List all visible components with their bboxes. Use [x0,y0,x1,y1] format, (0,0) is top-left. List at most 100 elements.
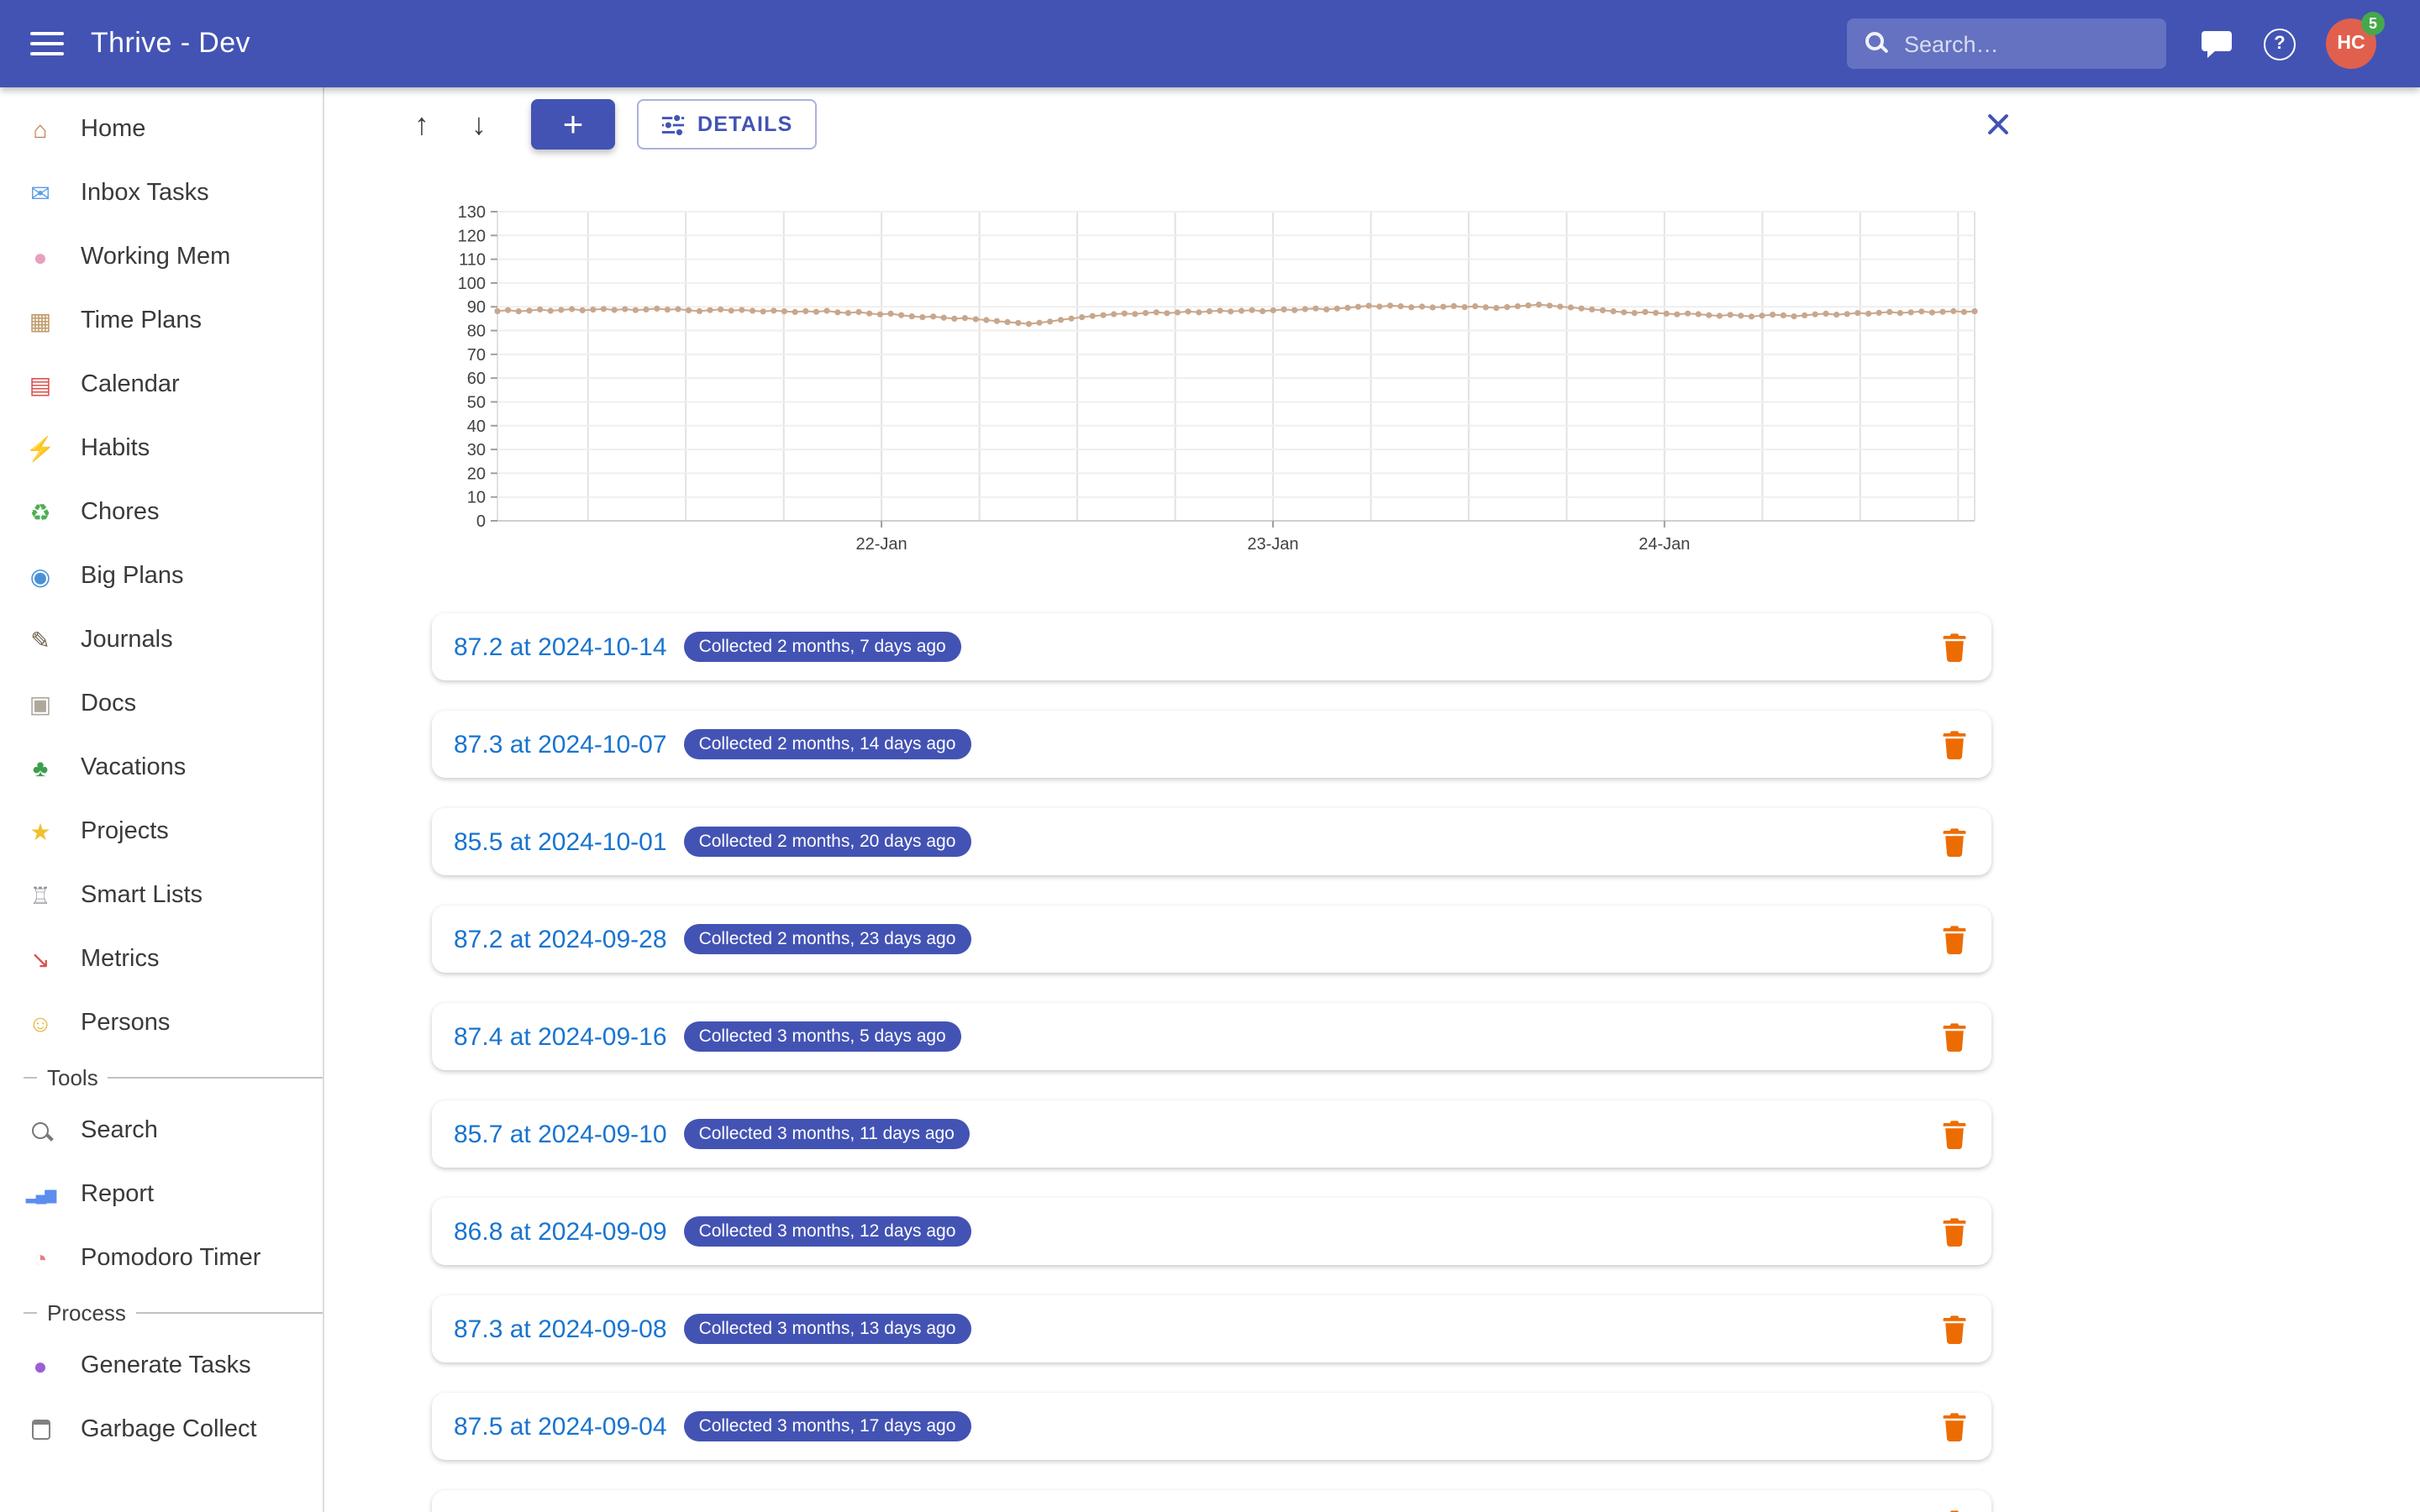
close-icon[interactable] [1983,109,2013,139]
delete-entry-button[interactable] [1941,827,1968,857]
metric-chart-container: 010203040506070809010011012013022-Jan23-… [420,198,2000,563]
calendar-icon: ▤ [20,373,60,396]
sidebar-section-header: Tools [0,1055,323,1099]
sidebar-item-label: Metrics [81,946,159,973]
entry-collected-badge: Collected 2 months, 23 days ago [684,924,971,954]
sidebar-item-home[interactable]: ⌂ Home [0,97,323,161]
entry-row: 87.4 at 2024-09-16 Collected 3 months, 5… [432,1003,1991,1070]
svg-text:50: 50 [467,393,486,412]
entry-value-link[interactable]: 87.4 at 2024-09-16 [454,1022,667,1051]
sidebar-item-label: Journals [81,627,173,654]
entry-value-link[interactable]: 86.8 at 2024-09-09 [454,1217,667,1246]
sidebar-item-label: Time Plans [81,307,202,334]
entry-collected-badge: Collected 3 months, 13 days ago [684,1314,971,1344]
details-label: DETAILS [697,113,793,136]
sidebar-item-time-plans[interactable]: ▦ Time Plans [0,289,323,353]
time-plans-icon: ▦ [20,309,60,333]
add-entry-button[interactable]: + [531,99,615,150]
entry-row: 87.3 at 2024-10-07 Collected 2 months, 1… [432,711,1991,778]
entry-collected-badge: Collected 3 months, 12 days ago [684,1216,971,1247]
svg-text:110: 110 [459,251,486,270]
sidebar-item-calendar[interactable]: ▤ Calendar [0,353,323,417]
entry-collected-badge: Collected 2 months, 14 days ago [684,729,971,759]
sidebar-nav: ⌂ Home ✉ Inbox Tasks ● Working Mem ▦ Tim… [0,97,323,1462]
header-search-box[interactable] [1847,18,2166,69]
entry-collected-badge: Collected 3 months, 5 days ago [684,1021,961,1052]
sidebar-item-generate-tasks[interactable]: ● Generate Tasks [0,1334,323,1398]
hamburger-menu-icon[interactable] [30,32,64,55]
sidebar-item-vacations[interactable]: ♣ Vacations [0,736,323,800]
sidebar-item-pomodoro-timer[interactable]: ◔ Pomodoro Timer [0,1226,323,1290]
arrow-up-icon: ↑ [414,107,429,142]
chat-icon[interactable] [2200,29,2233,59]
sidebar-item-label: Persons [81,1010,170,1037]
delete-entry-button[interactable] [1941,1509,1968,1512]
sidebar-item-inbox-tasks[interactable]: ✉ Inbox Tasks [0,161,323,225]
svg-text:30: 30 [467,441,486,459]
sidebar-item-habits[interactable]: ⚡ Habits [0,417,323,480]
details-button[interactable]: DETAILS [637,99,817,150]
trash-icon [1941,827,1968,857]
metrics-chart-icon: ↘ [20,948,60,971]
entry-value-link[interactable]: 87.2 at 2024-10-14 [454,633,667,661]
sidebar-item-label: Report [81,1181,154,1208]
help-glyph: ? [2274,34,2285,54]
pomodoro-timer-icon: ◔ [20,1247,60,1270]
trash-icon [1941,632,1968,662]
docs-icon: ▣ [20,692,60,716]
entry-value-link[interactable]: 87.5 at 2024-09-04 [454,1412,667,1441]
habits-icon: ⚡ [20,437,60,460]
delete-entry-button[interactable] [1941,1411,1968,1441]
sidebar-item-report[interactable]: ▂▄▆ Report [0,1163,323,1226]
tune-icon [660,112,686,137]
home-icon: ⌂ [20,118,60,141]
delete-entry-button[interactable] [1941,729,1968,759]
entry-collected-badge: Collected 2 months, 7 days ago [684,632,961,662]
svg-text:22-Jan: 22-Jan [856,535,908,554]
sidebar-item-smart-lists[interactable]: ♖ Smart Lists [0,864,323,927]
sidebar-item-search[interactable]: Search [0,1099,323,1163]
sidebar-item-metrics[interactable]: ↘ Metrics [0,927,323,991]
sidebar-item-docs[interactable]: ▣ Docs [0,672,323,736]
sidebar-item-working-mem[interactable]: ● Working Mem [0,225,323,289]
sidebar-item-journals[interactable]: ✎ Journals [0,608,323,672]
entry-value-link[interactable]: 87.3 at 2024-10-07 [454,730,667,759]
entry-value-link[interactable]: 87.2 at 2024-09-28 [454,925,667,953]
delete-entry-button[interactable] [1941,1314,1968,1344]
move-down-button[interactable]: ↓ [455,101,502,148]
search-input[interactable] [1847,18,2166,69]
entry-row: 87.5 at 2024-09-04 Collected 3 months, 1… [432,1393,1991,1460]
sidebar-item-garbage-collect[interactable]: Garbage Collect [0,1398,323,1462]
svg-text:10: 10 [467,489,486,507]
delete-entry-button[interactable] [1941,1216,1968,1247]
header-actions: ? HC 5 [1847,18,2376,69]
working-mem-brain-icon: ● [20,245,60,269]
sidebar-item-label: Garbage Collect [81,1416,257,1443]
entry-value-link[interactable]: 85.5 at 2024-10-01 [454,827,667,856]
sidebar-item-label: Docs [81,690,136,717]
sidebar-item-big-plans[interactable]: ◉ Big Plans [0,544,323,608]
trash-icon [1941,1411,1968,1441]
sidebar-item-label: Chores [81,499,160,526]
sidebar-item-label: Pomodoro Timer [81,1245,260,1272]
metric-toolbar: ↑ ↓ + DETAILS [324,87,2420,161]
sidebar-item-projects[interactable]: ★ Projects [0,800,323,864]
avatar[interactable]: HC 5 [2326,18,2376,69]
move-up-button[interactable]: ↑ [398,101,445,148]
delete-entry-button[interactable] [1941,632,1968,662]
help-icon[interactable]: ? [2264,28,2296,60]
delete-entry-button[interactable] [1941,924,1968,954]
vacations-palm-icon: ♣ [20,756,60,780]
sidebar-item-persons[interactable]: ☺ Persons [0,991,323,1055]
persons-icon: ☺ [20,1011,60,1035]
sidebar-item-label: Smart Lists [81,882,203,909]
smart-lists-icon: ♖ [20,884,60,907]
svg-text:100: 100 [458,275,486,293]
delete-entry-button[interactable] [1941,1021,1968,1052]
entry-value-link[interactable]: 87.3 at 2024-09-08 [454,1315,667,1343]
entry-value-link[interactable]: 85.7 at 2024-09-10 [454,1120,667,1148]
delete-entry-button[interactable] [1941,1119,1968,1149]
sidebar-item-label: Inbox Tasks [81,180,209,207]
search-icon [20,1122,60,1139]
sidebar-item-chores[interactable]: ♻ Chores [0,480,323,544]
